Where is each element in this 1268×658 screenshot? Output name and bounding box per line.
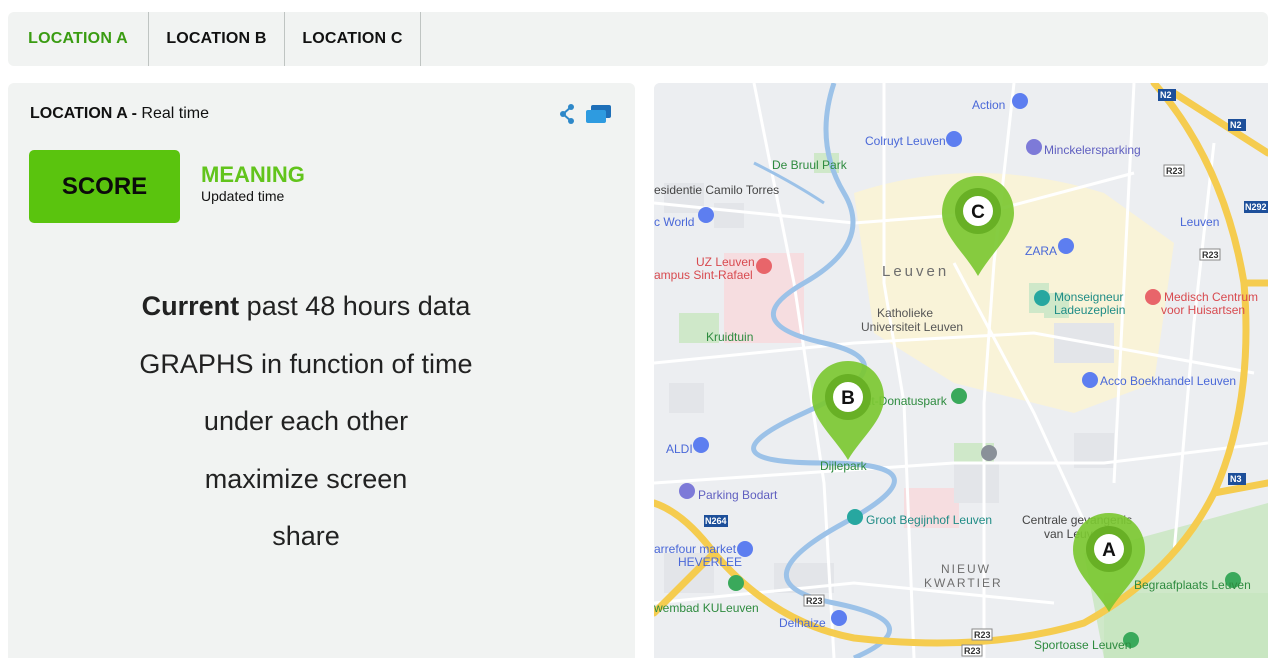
map-label-ladeuzeplein: Ladeuzeplein [1054, 303, 1125, 317]
placeholder-text: Current past 48 hours data GRAPHS in fun… [8, 281, 604, 569]
line-current-rest: past 48 hours data [239, 291, 471, 321]
city-map[interactable]: Action Colruyt Leuven Minckelersparking … [654, 83, 1268, 658]
map-label-city: Leuven [882, 263, 949, 280]
meaning-title: MEANING [201, 162, 305, 187]
location-panel: LOCATION A - Real time SCORE MEANING Upd… [8, 83, 635, 658]
tab-location-b[interactable]: LOCATION B [149, 12, 285, 66]
pin-c-label: C [971, 202, 985, 223]
road-n3: N3 [1230, 474, 1242, 484]
map-label-leuven-station: Leuven [1180, 215, 1219, 229]
map-label-colruyt: Colruyt Leuven [865, 134, 946, 148]
line-maximize-screen: maximize screen [204, 463, 408, 494]
line-current: Current past 48 hours data [8, 281, 604, 339]
tab-location-a[interactable]: LOCATION A [8, 12, 149, 66]
map-label-acco: Acco Boekhandel Leuven [1100, 374, 1236, 388]
map-label-uz-leuven: UZ Leuven [696, 255, 755, 269]
map-label-zara: ZARA [1025, 244, 1057, 258]
map-label-delhaize: Delhaize [779, 616, 826, 630]
road-r23-a: R23 [1166, 166, 1183, 176]
map-label-residentie: esidentie Camilo Torres [654, 183, 779, 197]
road-r23-c: R23 [806, 596, 823, 606]
map-label-sportoase: Sportoase Leuven [1034, 638, 1131, 652]
road-r23-b: R23 [1202, 250, 1219, 260]
map-label-zwembad: wembad KULeuven [654, 601, 759, 615]
map-label-c-world: c World [654, 215, 694, 229]
panel-title: LOCATION A - Real time [30, 105, 209, 123]
road-n264: N264 [705, 516, 727, 526]
road-r23-e: R23 [964, 646, 981, 656]
line-graphs: GRAPHS in function of time [139, 348, 473, 379]
map-label-begraafplaats: Begraafplaats Leuven [1134, 578, 1251, 592]
line-current-bold: Current [141, 291, 240, 321]
map-label-huisartsen: voor Huisartsen [1161, 303, 1245, 317]
location-tabs: LOCATION A LOCATION B LOCATION C [8, 12, 1268, 66]
pin-a-label: A [1102, 540, 1116, 561]
map-label-parking-bodart: Parking Bodart [698, 488, 778, 502]
score-badge: SCORE [29, 150, 180, 223]
map-label-minckelersparking: Minckelersparking [1044, 143, 1141, 157]
road-n292: N292 [1245, 202, 1267, 212]
map-label-carrefour: arrefour market [654, 542, 737, 556]
panel-actions [559, 103, 613, 130]
tab-location-c[interactable]: LOCATION C [285, 12, 421, 66]
map-label-de-bruul-park: De Bruul Park [772, 158, 848, 172]
map-label-katholieke: Katholieke [877, 306, 933, 320]
line-under-each-other: under each other [203, 406, 409, 436]
road-n2-top: N2 [1160, 90, 1172, 100]
pin-b-label: B [841, 388, 855, 409]
share-icon[interactable] [559, 103, 577, 130]
panel-title-location: LOCATION A - [30, 105, 137, 122]
panel-title-mode: Real time [136, 105, 209, 122]
score-meaning: MEANING Updated time [201, 163, 305, 205]
line-share: share [272, 521, 340, 551]
map-label-monseigneur: Monseigneur [1054, 290, 1123, 304]
map-label-nieuw: NIEUW [941, 562, 991, 576]
map-label-medisch-centrum: Medisch Centrum [1164, 290, 1258, 304]
map-label-heverlee: HEVERLEE [678, 555, 742, 569]
road-r23-d: R23 [974, 630, 991, 640]
map-label-universiteit: Universiteit Leuven [861, 320, 963, 334]
map-label-kruidtuin: Kruidtuin [706, 330, 753, 344]
map-label-dijlepark: Dijlepark [820, 459, 868, 473]
map-label-campus: ampus Sint-Rafael [654, 268, 753, 282]
map-label-groot-begijnhof: Groot Begijnhof Leuven [866, 513, 992, 527]
meaning-updated-time: Updated time [201, 188, 285, 204]
score-label: SCORE [61, 172, 148, 200]
map-label-aldi: ALDI [666, 442, 693, 456]
map-label-kwartier: KWARTIER [924, 576, 1003, 590]
map-label-action: Action [972, 98, 1005, 112]
chat-icon[interactable] [585, 103, 613, 130]
road-n2-right: N2 [1230, 120, 1242, 130]
